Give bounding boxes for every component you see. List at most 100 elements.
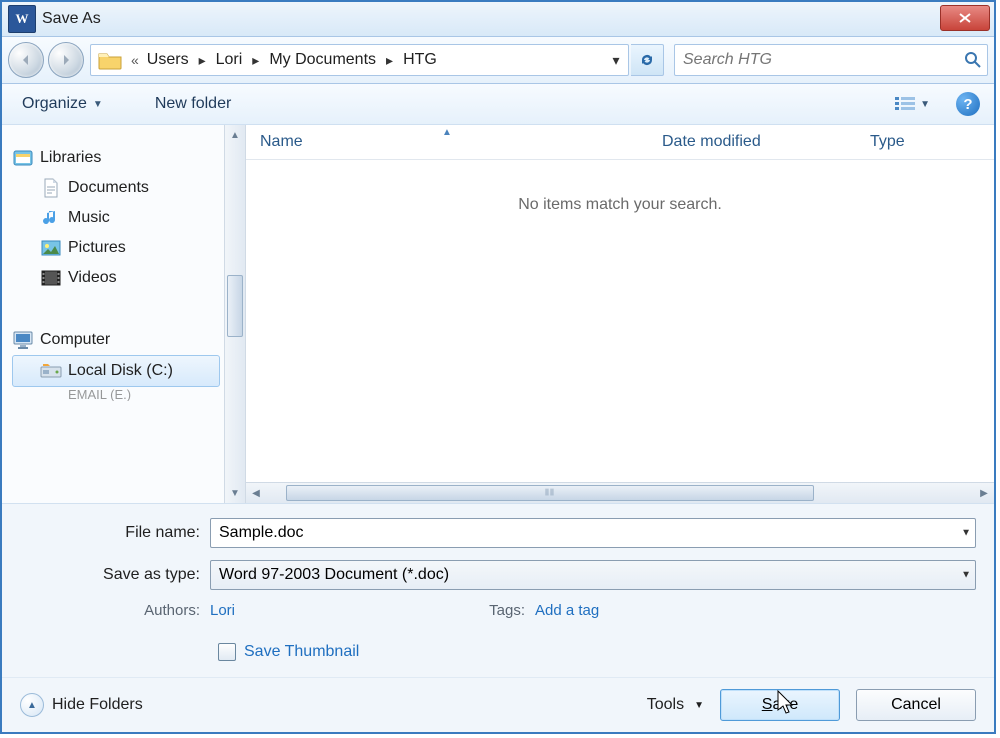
column-date-modified[interactable]: Date modified xyxy=(648,133,856,151)
scroll-thumb[interactable] xyxy=(227,275,243,337)
drive-icon xyxy=(40,360,62,382)
chevron-right-icon[interactable]: ▸ xyxy=(193,52,212,69)
organize-label: Organize xyxy=(22,95,87,113)
sidebar-item-documents[interactable]: Documents xyxy=(12,173,220,203)
refresh-icon xyxy=(639,52,655,68)
authors-label: Authors: xyxy=(20,602,210,619)
scroll-left-icon[interactable]: ◀ xyxy=(246,488,266,499)
sidebar-item-local-disk-c[interactable]: Local Disk (C:) xyxy=(12,355,220,387)
dropdown-arrow-icon[interactable]: ▼ xyxy=(961,528,971,539)
column-headers: ▲ Name Date modified Type xyxy=(246,125,994,160)
organize-button[interactable]: Organize ▼ xyxy=(16,92,109,116)
search-input[interactable] xyxy=(675,51,959,69)
horizontal-scrollbar[interactable]: ◀ ⦀⦀ ▶ xyxy=(246,482,994,503)
search-icon[interactable] xyxy=(959,51,987,69)
dropdown-arrow-icon: ▼ xyxy=(694,700,704,711)
pictures-label: Pictures xyxy=(68,239,126,257)
new-folder-button[interactable]: New folder xyxy=(149,92,237,116)
hide-folders-label: Hide Folders xyxy=(52,696,143,714)
tags-add-link[interactable]: Add a tag xyxy=(535,602,599,619)
toolbar: Organize ▼ New folder ▼ ? xyxy=(2,84,994,125)
save-thumbnail-checkbox[interactable] xyxy=(218,643,236,661)
navigation-pane: Libraries Documents Music Pictures Video… xyxy=(2,125,224,503)
local-disk-label: Local Disk (C:) xyxy=(68,362,173,380)
chevron-right-icon[interactable]: ▸ xyxy=(246,52,265,69)
document-icon xyxy=(40,177,62,199)
drive-icon xyxy=(40,387,62,401)
filename-input[interactable]: Sample.doc ▼ xyxy=(210,518,976,548)
change-view-button[interactable]: ▼ xyxy=(894,95,930,113)
authors-value[interactable]: Lori xyxy=(210,602,235,619)
computer-icon xyxy=(12,329,34,351)
column-type[interactable]: Type xyxy=(856,133,994,151)
tags-label: Tags: xyxy=(465,602,535,619)
back-button[interactable] xyxy=(8,42,44,78)
dialog-footer: ▲ Hide Folders Tools ▼ SSaveave Cancel xyxy=(2,677,994,732)
folder-icon xyxy=(95,47,125,73)
search-box[interactable] xyxy=(674,44,988,76)
libraries-label: Libraries xyxy=(40,149,101,167)
breadcrumb-users[interactable]: Users xyxy=(143,49,193,71)
column-type-label: Type xyxy=(870,133,905,150)
sidebar-item-music[interactable]: Music xyxy=(12,203,220,233)
scroll-down-icon[interactable]: ▼ xyxy=(225,483,245,503)
sidebar-item-videos[interactable]: Videos xyxy=(12,263,220,293)
column-name-label: Name xyxy=(260,133,303,150)
music-label: Music xyxy=(68,209,110,227)
sort-ascending-icon: ▲ xyxy=(442,127,452,138)
save-thumbnail-label[interactable]: Save Thumbnail xyxy=(244,643,359,661)
save-form: File name: Sample.doc ▼ Save as type: Wo… xyxy=(2,503,994,677)
refresh-button[interactable] xyxy=(631,44,664,76)
window-title: Save As xyxy=(42,10,101,28)
filename-label: File name: xyxy=(20,524,210,542)
hide-folders-button[interactable]: ▲ Hide Folders xyxy=(20,693,143,717)
libraries-node[interactable]: Libraries xyxy=(12,147,220,169)
tools-label: Tools xyxy=(647,696,684,714)
word-app-icon: W xyxy=(8,5,36,33)
column-name[interactable]: ▲ Name xyxy=(246,133,648,151)
column-date-label: Date modified xyxy=(662,133,761,150)
sidebar-item-pictures[interactable]: Pictures xyxy=(12,233,220,263)
computer-node[interactable]: Computer xyxy=(12,329,220,351)
videos-icon xyxy=(40,267,62,289)
scroll-track[interactable]: ⦀⦀ xyxy=(266,483,974,503)
chevron-up-icon: ▲ xyxy=(20,693,44,717)
dropdown-arrow-icon[interactable]: ▼ xyxy=(961,570,971,581)
help-button[interactable]: ? xyxy=(956,92,980,116)
address-dropdown[interactable]: ▾ xyxy=(604,52,628,69)
filename-value: Sample.doc xyxy=(219,524,304,542)
forward-arrow-icon xyxy=(58,52,74,68)
cancel-label: Cancel xyxy=(891,696,941,714)
help-icon: ? xyxy=(963,96,972,113)
sidebar-item-cutoff[interactable]: EMAIL (E.) xyxy=(12,387,220,401)
breadcrumb-mydocuments[interactable]: My Documents xyxy=(265,49,380,71)
forward-button[interactable] xyxy=(48,42,84,78)
breadcrumb-lori[interactable]: Lori xyxy=(212,49,247,71)
pictures-icon xyxy=(40,237,62,259)
back-arrow-icon xyxy=(18,52,34,68)
tools-menu[interactable]: Tools ▼ xyxy=(647,696,704,714)
address-bar[interactable]: « Users ▸ Lori ▸ My Documents ▸ HTG ▾ xyxy=(90,44,629,76)
cancel-button[interactable]: Cancel xyxy=(856,689,976,721)
save-label: SSaveave xyxy=(762,696,798,714)
computer-label: Computer xyxy=(40,331,110,349)
chevron-right-icon[interactable]: ▸ xyxy=(380,52,399,69)
view-icon xyxy=(894,95,916,113)
music-icon xyxy=(40,207,62,229)
sidebar-scrollbar[interactable]: ▲ ▼ xyxy=(224,125,246,503)
new-folder-label: New folder xyxy=(155,95,231,113)
title-bar: W Save As xyxy=(2,2,994,37)
save-as-type-label: Save as type: xyxy=(20,566,210,584)
scroll-thumb[interactable]: ⦀⦀ xyxy=(286,485,814,501)
save-button[interactable]: SSaveave xyxy=(720,689,840,721)
libraries-icon xyxy=(12,147,34,169)
cutoff-label: EMAIL (E.) xyxy=(68,387,131,401)
scroll-right-icon[interactable]: ▶ xyxy=(974,488,994,499)
main-area: Libraries Documents Music Pictures Video… xyxy=(2,125,994,503)
breadcrumb-htg[interactable]: HTG xyxy=(399,49,441,71)
scroll-up-icon[interactable]: ▲ xyxy=(225,125,245,145)
save-as-type-select[interactable]: Word 97-2003 Document (*.doc) ▼ xyxy=(210,560,976,590)
navigation-bar: « Users ▸ Lori ▸ My Documents ▸ HTG ▾ xyxy=(2,37,994,84)
close-button[interactable] xyxy=(940,5,990,31)
empty-message: No items match your search. xyxy=(246,160,994,482)
